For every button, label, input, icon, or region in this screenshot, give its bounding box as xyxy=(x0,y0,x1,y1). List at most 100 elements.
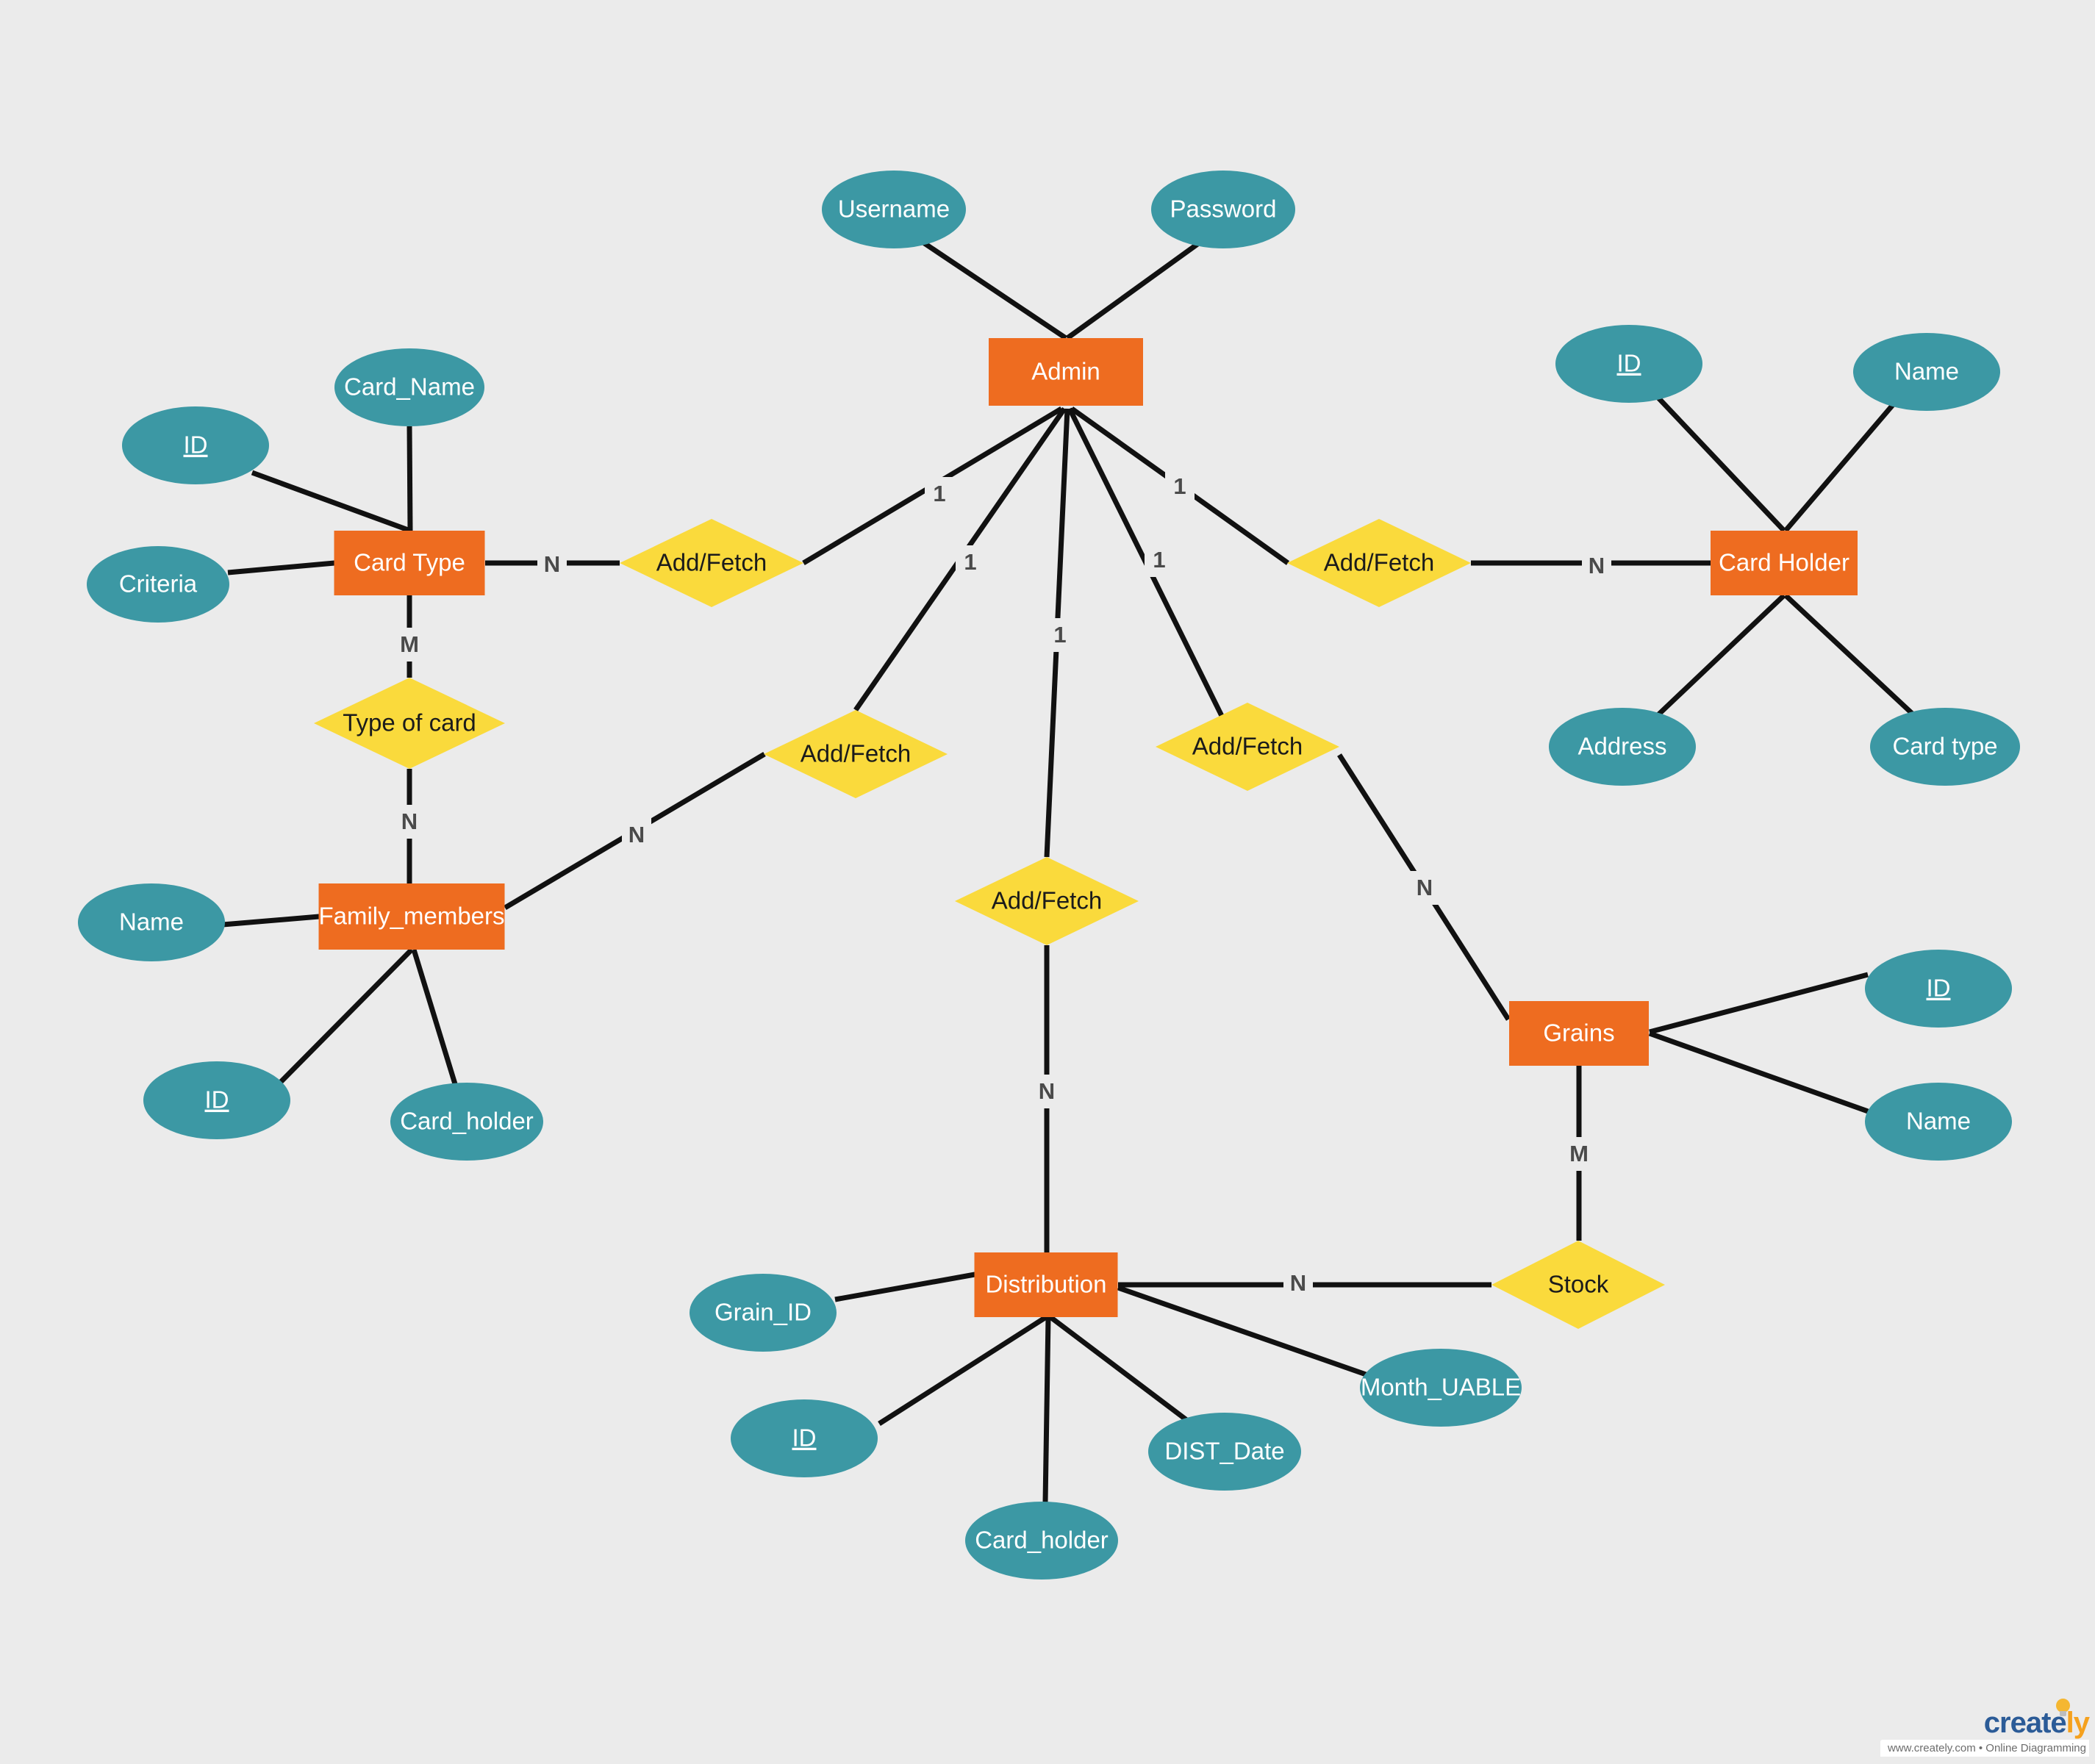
creately-logo-secondary: ly xyxy=(2066,1707,2090,1739)
attribute-label: ID xyxy=(1927,975,1951,1002)
connector-line xyxy=(1652,391,1786,533)
cardinality-label: 1 xyxy=(1153,547,1165,573)
attribute-node[interactable]: Card_holder xyxy=(965,1502,1118,1580)
relationship-node[interactable]: Add/Fetch xyxy=(1287,519,1471,607)
cardinality-marker: N xyxy=(1410,871,1439,905)
entity-label: Grains xyxy=(1543,1019,1614,1047)
entity-node[interactable]: Admin xyxy=(989,338,1143,406)
attribute-label: ID xyxy=(1617,350,1641,377)
attribute-label: Criteria xyxy=(119,570,198,598)
attribute-node[interactable]: Username xyxy=(822,171,966,248)
attribute-label: Card_holder xyxy=(400,1108,534,1135)
connector-line xyxy=(1648,1030,1869,1114)
entity-label: Family_members xyxy=(318,903,504,930)
cardinality-marker: 1 xyxy=(956,545,985,579)
connector-line xyxy=(1652,593,1786,720)
entity-node[interactable]: Grains xyxy=(1509,1001,1649,1066)
entity-node[interactable]: Card Type xyxy=(334,531,485,595)
connector-line xyxy=(227,560,335,576)
creately-watermark: creately www.creately.com • Online Diagr… xyxy=(1880,1693,2090,1757)
attribute-node[interactable]: Criteria xyxy=(87,546,229,623)
attribute-label: ID xyxy=(792,1424,817,1452)
cardinality-marker: 1 xyxy=(925,477,954,511)
entity-label: Card Type xyxy=(354,549,465,576)
entity-node[interactable]: Distribution xyxy=(974,1252,1118,1317)
connector-line xyxy=(407,426,413,531)
creately-logo-middle: e xyxy=(2050,1707,2066,1739)
attribute-node[interactable]: ID xyxy=(122,406,269,484)
connector-line xyxy=(922,240,1067,340)
cardinality-marker: M xyxy=(395,628,424,662)
attribute-label: Month_UABLE xyxy=(1361,1374,1521,1401)
er-diagram-svg: Username Password ID Card_Name Criteria ID Nam… xyxy=(78,171,2020,1580)
cardinality-marker: 1 xyxy=(1145,543,1174,577)
attribute-node[interactable]: Password xyxy=(1151,171,1295,248)
cardinality-label: N xyxy=(1039,1078,1055,1104)
entity-label: Admin xyxy=(1031,358,1100,385)
attribute-node[interactable]: Name xyxy=(1853,333,2000,411)
attribute-node[interactable]: ID xyxy=(1555,325,1702,403)
attribute-node[interactable]: Card_Name xyxy=(334,348,484,426)
attribute-node[interactable]: ID xyxy=(731,1399,878,1477)
attribute-label: Name xyxy=(119,908,184,936)
relationship-node[interactable]: Type of card xyxy=(314,678,505,769)
cardinality-marker: M xyxy=(1564,1137,1594,1171)
attribute-label: Grain_ID xyxy=(715,1299,812,1326)
attribute-label: Password xyxy=(1170,196,1277,223)
relationship-label: Add/Fetch xyxy=(1192,733,1303,760)
attribute-node[interactable]: Card type xyxy=(1870,708,2020,786)
cardinality-label: N xyxy=(544,551,560,577)
relationship-node[interactable]: Add/Fetch xyxy=(620,519,803,607)
cardinality-label: 1 xyxy=(1173,473,1186,499)
connector-line xyxy=(222,914,320,928)
entity-label: Card Holder xyxy=(1719,549,1849,576)
cardinality-label: N xyxy=(1589,553,1605,578)
relationship-label: Stock xyxy=(1548,1271,1609,1298)
attribute-node[interactable]: Month_UABLE xyxy=(1360,1349,1522,1427)
cardinality-label: N xyxy=(628,822,645,847)
connector-line xyxy=(878,1315,1048,1426)
attribute-node[interactable]: Name xyxy=(78,883,225,961)
cardinality-marker: 1 xyxy=(1165,470,1195,503)
relationship-label: Type of card xyxy=(343,709,476,736)
entity-node[interactable]: Card Holder xyxy=(1711,531,1858,595)
relationship-node[interactable]: Add/Fetch xyxy=(1156,703,1339,791)
entity-label: Distribution xyxy=(985,1271,1106,1298)
creately-logo: creately xyxy=(1984,1707,2090,1739)
relationship-label: Add/Fetch xyxy=(801,740,911,767)
cardinality-marker: N xyxy=(537,548,567,581)
attribute-node[interactable]: ID xyxy=(143,1061,290,1139)
relationship-node[interactable]: Stock xyxy=(1491,1241,1665,1329)
cardinality-label: 1 xyxy=(933,481,945,506)
attribute-label: Username xyxy=(838,196,950,223)
cardinality-label: 1 xyxy=(964,549,976,575)
attribute-label: Name xyxy=(1906,1108,1971,1135)
attribute-label: ID xyxy=(205,1086,229,1114)
connector-line xyxy=(1649,972,1869,1035)
creately-tagline: www.creately.com • Online Diagramming xyxy=(1880,1740,2089,1757)
connector-line xyxy=(251,470,412,534)
cardinality-marker: 1 xyxy=(1045,618,1075,652)
relationship-node[interactable]: Add/Fetch xyxy=(955,857,1139,945)
entity-node[interactable]: Family_members xyxy=(318,883,505,950)
connector-line xyxy=(1042,1316,1051,1503)
connector-line xyxy=(1117,1285,1369,1378)
attribute-node[interactable]: DIST_Date xyxy=(1148,1413,1301,1491)
cardinality-label: N xyxy=(401,808,418,834)
relationship-node[interactable]: Add/Fetch xyxy=(764,710,948,798)
attribute-node[interactable]: Grain_ID xyxy=(690,1274,837,1352)
cardinality-label: M xyxy=(1569,1141,1589,1166)
attribute-node[interactable]: Address xyxy=(1549,708,1696,786)
attribute-node[interactable]: Card_holder xyxy=(390,1083,543,1161)
connector-line xyxy=(1783,398,1899,533)
attribute-label: Card_Name xyxy=(344,373,475,401)
attribute-node[interactable]: ID xyxy=(1865,950,2012,1028)
connector-line xyxy=(1048,1315,1191,1424)
connector-line xyxy=(834,1272,975,1302)
cardinality-marker: N xyxy=(1032,1075,1061,1108)
cardinality-label: N xyxy=(1417,875,1433,900)
attribute-node[interactable]: Name xyxy=(1865,1083,2012,1161)
cardinality-marker: N xyxy=(622,818,651,852)
cardinality-marker: N xyxy=(395,805,424,839)
er-diagram-canvas: Username Password ID Card_Name Criteria ID Nam… xyxy=(0,0,2095,1764)
